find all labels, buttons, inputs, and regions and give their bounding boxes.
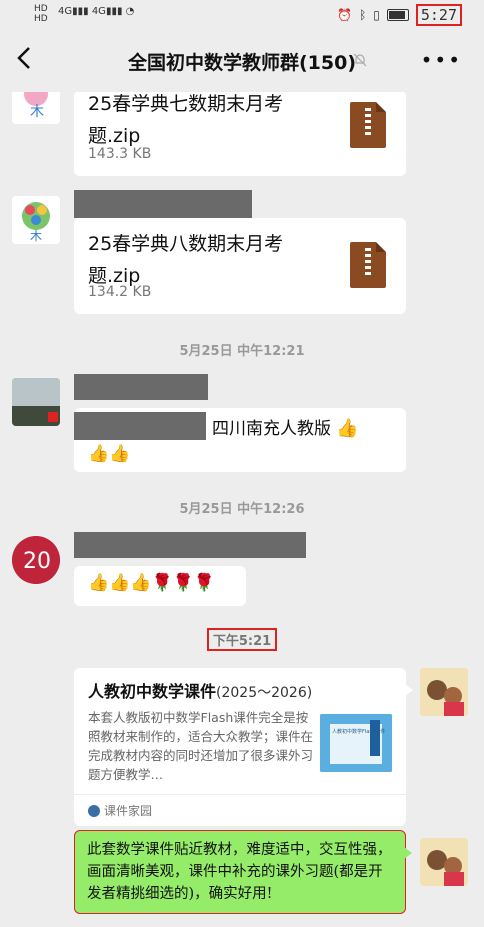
message-text: 四川南充人教版 👍 bbox=[212, 418, 359, 439]
avatar-member-4[interactable]: 20 bbox=[12, 536, 60, 584]
card-divider bbox=[74, 794, 406, 795]
text-message-3[interactable]: 四川南充人教版 👍 👍👍 bbox=[74, 408, 406, 472]
avatar-member-3[interactable] bbox=[12, 378, 60, 426]
emoji-line: 👍👍👍🌹🌹🌹 bbox=[88, 573, 216, 593]
ellipsis-icon: ••• bbox=[420, 48, 462, 72]
battery-icon bbox=[386, 9, 409, 21]
svg-text:木: 木 bbox=[30, 229, 42, 243]
avatar-self-1[interactable] bbox=[420, 668, 468, 716]
card-source: 课件家园 bbox=[88, 802, 152, 819]
signal-4g-1: 4G bbox=[58, 6, 73, 17]
avatar-self-2[interactable] bbox=[420, 838, 468, 886]
svg-text:20: 20 bbox=[23, 549, 51, 574]
file-name: 25春学典八数期末月考题.zip bbox=[88, 233, 284, 287]
avatar-member-2[interactable]: 木 bbox=[12, 196, 60, 244]
timestamp-box: 下午5:21 bbox=[206, 628, 278, 651]
timestamp: 5月25日 中午12:26 bbox=[179, 502, 305, 517]
card-thumbnail: 人教初中数学Flash课件 bbox=[320, 714, 392, 772]
svg-text:木: 木 bbox=[30, 104, 44, 120]
sender-name-redacted bbox=[74, 532, 306, 558]
file-size: 134.2 KB bbox=[88, 284, 152, 300]
file-size: 143.3 KB bbox=[88, 146, 152, 162]
file-message-2[interactable]: 25春学典八数期末月考题.zip 134.2 KB bbox=[74, 218, 406, 314]
status-right: ⏰ ᛒ ▯ 5:27 bbox=[337, 4, 462, 26]
sender-name-redacted bbox=[74, 190, 252, 218]
alarm-icon: ⏰ bbox=[337, 8, 353, 22]
bluetooth-icon: ᛒ bbox=[359, 8, 367, 22]
message-text: 此套数学课件贴近教材，难度适中，交互性强，画面清晰美观，课件中补充的课外习题(都… bbox=[87, 842, 392, 902]
chat-header: 全国初中数学教师群(150) ••• bbox=[0, 30, 484, 92]
chat-title: 全国初中数学教师群(150) bbox=[127, 52, 357, 74]
wifi-icon: ◔ bbox=[125, 6, 135, 17]
status-bar: HD HD 4G▮▮▮ 4G▮▮▮ ◔ ⏰ ᛒ ▯ 5:27 bbox=[0, 0, 484, 30]
file-name: 25春学典七数期末月考题.zip bbox=[88, 93, 284, 147]
vibrate-icon: ▯ bbox=[373, 8, 380, 22]
link-card-message[interactable]: 人教初中数学课件(2025～2026) 本套人教版初中数学Flash课件完全是按… bbox=[74, 668, 413, 826]
source-app-icon bbox=[88, 804, 100, 817]
hd-badge-2: HD bbox=[34, 14, 48, 24]
sender-name-redacted bbox=[74, 374, 208, 400]
sim-indicators: HD HD bbox=[34, 4, 48, 24]
text-redacted bbox=[74, 412, 206, 440]
signal-4g-2: 4G bbox=[91, 6, 106, 17]
emoji-message-4[interactable]: 👍👍👍🌹🌹🌹 bbox=[74, 566, 246, 606]
chat-messages[interactable]: 木 25春学典七数期末月考题.zip 143.3 KB 木 25春学典八数期末月… bbox=[0, 92, 484, 927]
more-button[interactable]: ••• bbox=[421, 48, 462, 72]
clock: 5:27 bbox=[415, 4, 462, 26]
timestamp: 5月25日 中午12:21 bbox=[179, 344, 305, 359]
card-title: 人教初中数学课件(2025～2026) bbox=[88, 682, 313, 701]
thumbs-up-icon: 👍 bbox=[336, 418, 359, 439]
emoji-line: 👍👍 bbox=[88, 444, 131, 464]
green-text-message[interactable]: 此套数学课件贴近教材，难度适中，交互性强，画面清晰美观，课件中补充的课外习题(都… bbox=[74, 830, 412, 914]
signal-indicators: 4G▮▮▮ 4G▮▮▮ ◔ bbox=[58, 6, 135, 17]
file-message-1[interactable]: 25春学典七数期末月考题.zip 143.3 KB bbox=[74, 92, 406, 176]
hd-badge-1: HD bbox=[34, 4, 48, 14]
bell-muted-icon bbox=[352, 52, 368, 72]
zip-file-icon bbox=[350, 242, 386, 288]
avatar-member-1[interactable]: 木 bbox=[12, 92, 60, 124]
zip-file-icon bbox=[350, 102, 386, 148]
card-description: 本套人教版初中数学Flash课件完全是按照教材来制作的，适合大众教学；课件在完成… bbox=[88, 710, 314, 782]
timestamp-highlighted: 下午5:21 bbox=[0, 628, 484, 651]
